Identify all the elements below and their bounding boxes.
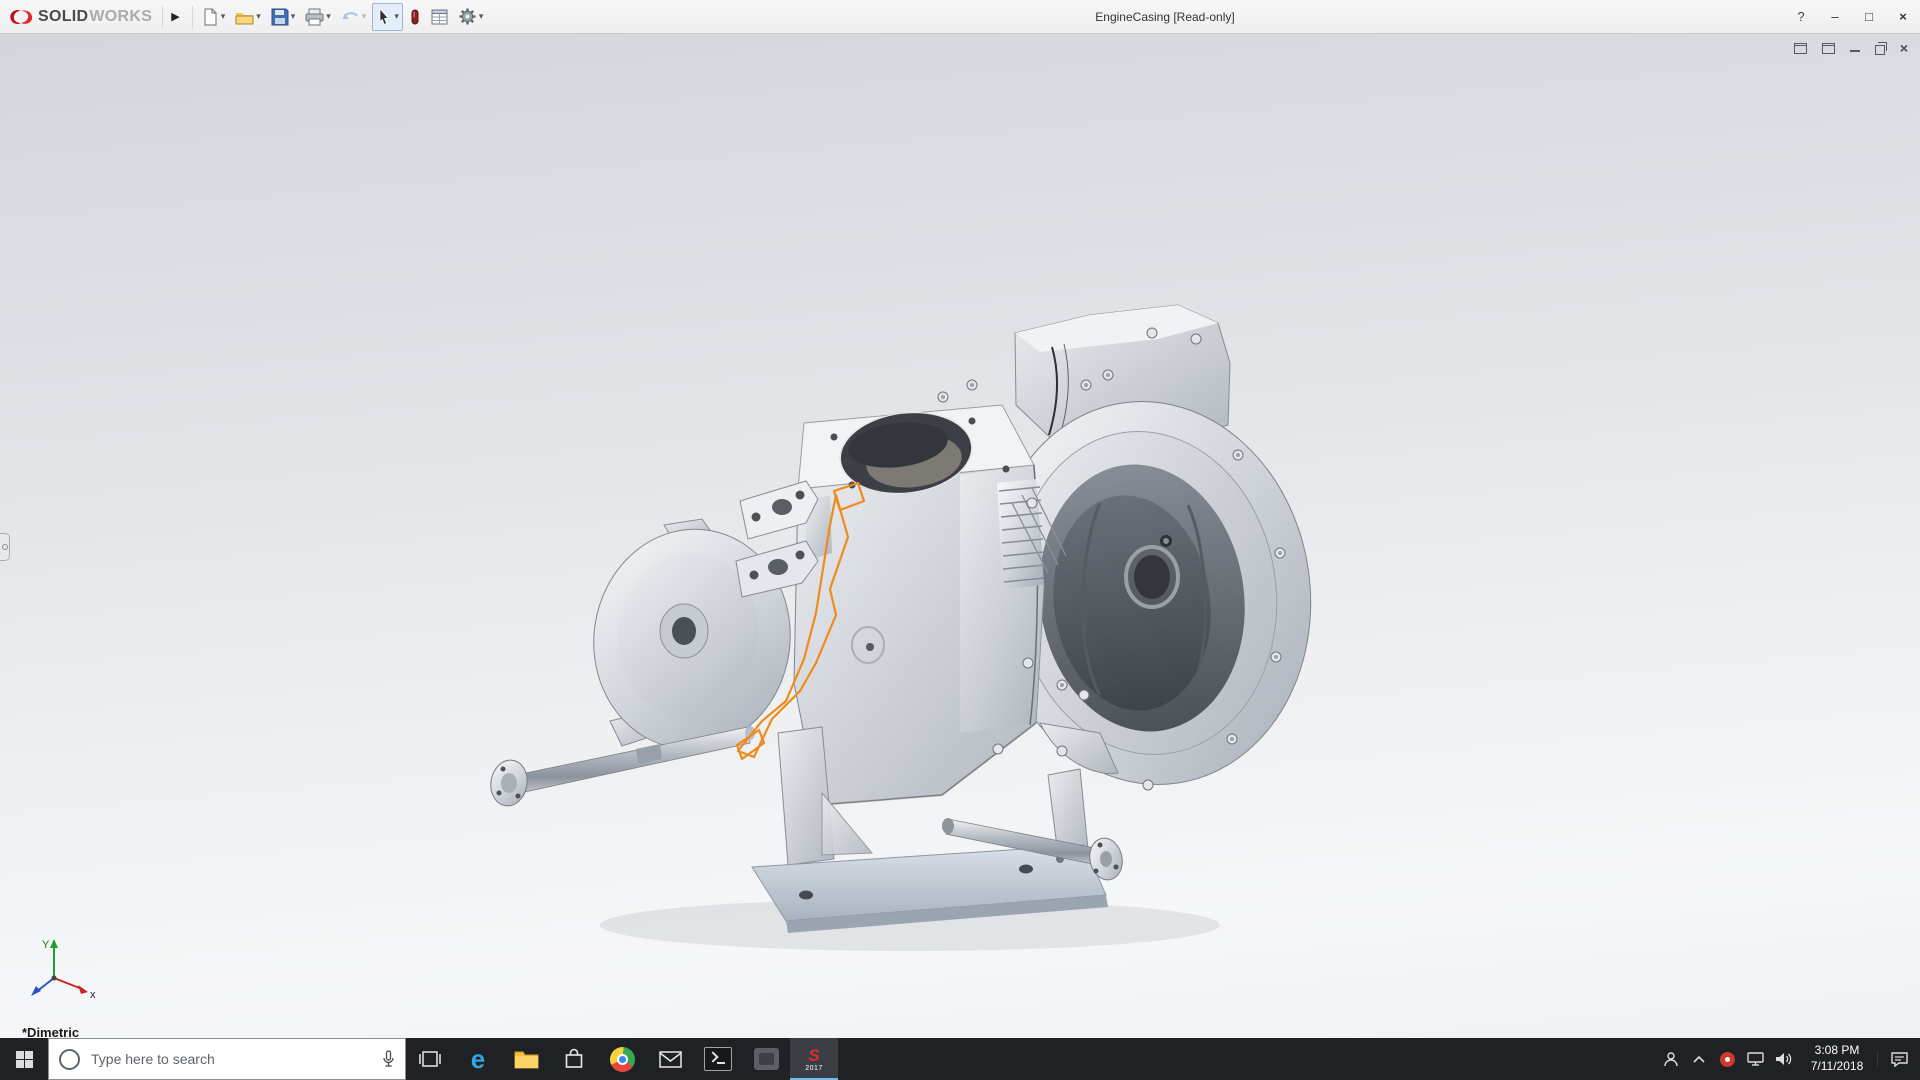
- document-minimize-icon[interactable]: [1849, 50, 1860, 52]
- network-button[interactable]: [1741, 1038, 1769, 1080]
- triad-x-label: x: [90, 989, 96, 1001]
- help-button[interactable]: ?: [1784, 9, 1818, 24]
- close-button[interactable]: ×: [1886, 0, 1920, 33]
- dropdown-icon[interactable]: ▾: [326, 11, 331, 22]
- engine-casing-model[interactable]: [0, 33, 1920, 1038]
- document-restore-icon[interactable]: [1874, 41, 1887, 55]
- mail-envelope-icon: [658, 1050, 682, 1068]
- macro-capsule-icon: [411, 9, 419, 24]
- file-explorer-icon: [514, 1051, 538, 1069]
- people-button[interactable]: [1657, 1038, 1685, 1080]
- dropdown-icon[interactable]: ▾: [256, 11, 261, 22]
- document-title: EngineCasing [Read-only]: [1095, 10, 1235, 24]
- start-button[interactable]: [0, 1038, 48, 1080]
- store-bag-icon: [565, 1048, 583, 1068]
- save-button[interactable]: ▾: [267, 3, 300, 31]
- select-tool-button[interactable]: ▾: [372, 2, 403, 31]
- solidworks-2017-icon: S 2017: [805, 1047, 823, 1072]
- graphics-area[interactable]: × Y x *Dimetric: [0, 33, 1920, 1038]
- triad-y-label: Y: [42, 939, 50, 951]
- clock-date: 7/11/2018: [1810, 1059, 1864, 1073]
- search-input[interactable]: [89, 1050, 373, 1068]
- utility-app-button[interactable]: [742, 1038, 790, 1080]
- system-tray: 3:08 PM 7/11/2018: [1657, 1038, 1920, 1080]
- window-pane-icon[interactable]: [1821, 42, 1835, 54]
- properties-button[interactable]: [427, 3, 452, 31]
- titlebar: SOLID WORKS ▶ ▾ ▾ ▾ ▾ ▾ ▾ ▾ EngineCasing…: [0, 0, 1920, 34]
- solidworks-s-glyph: S: [808, 1045, 820, 1065]
- clock-time: 3:08 PM: [1814, 1043, 1860, 1058]
- brand-works: WORKS: [89, 7, 153, 25]
- show-hidden-icons-button[interactable]: [1685, 1038, 1713, 1080]
- solidworks-logo: SOLID WORKS: [0, 8, 158, 26]
- menu-flyout-arrow-icon[interactable]: ▶: [167, 10, 187, 23]
- task-view-button[interactable]: [406, 1038, 454, 1080]
- red-status-icon: [1719, 1051, 1735, 1067]
- minimize-button[interactable]: –: [1818, 0, 1852, 33]
- dropdown-icon[interactable]: ▾: [479, 11, 484, 22]
- window-pane-icon[interactable]: [1793, 42, 1807, 54]
- taskbar-clock[interactable]: 3:08 PM 7/11/2018: [1797, 1043, 1877, 1074]
- new-document-button[interactable]: ▾: [197, 3, 230, 31]
- solidworks-taskbar-button[interactable]: S 2017: [790, 1038, 838, 1080]
- edge-button[interactable]: e: [454, 1038, 502, 1080]
- separator: [191, 5, 193, 28]
- view-orientation-label: *Dimetric: [22, 1025, 80, 1038]
- new-document-icon: [204, 8, 217, 25]
- options-button[interactable]: ▾: [454, 3, 488, 31]
- dropdown-icon[interactable]: ▾: [394, 11, 399, 22]
- solidworks-year-glyph: 2017: [805, 1064, 823, 1072]
- chrome-button[interactable]: [598, 1038, 646, 1080]
- brand-solid: SOLID: [38, 7, 89, 25]
- task-view-icon: [419, 1051, 441, 1067]
- ds-logo-icon: [10, 9, 33, 24]
- mail-button[interactable]: [646, 1038, 694, 1080]
- document-close-icon[interactable]: ×: [1900, 41, 1908, 55]
- undo-button[interactable]: ▾: [337, 3, 371, 31]
- taskbar-search[interactable]: [48, 1038, 406, 1080]
- security-status-button[interactable]: [1713, 1038, 1741, 1080]
- store-button[interactable]: [550, 1038, 598, 1080]
- action-center-button[interactable]: [1877, 1050, 1920, 1068]
- dropdown-icon[interactable]: ▾: [291, 11, 296, 22]
- terminal-button[interactable]: [694, 1038, 742, 1080]
- terminal-icon: [704, 1047, 732, 1071]
- maximize-button[interactable]: □: [1852, 0, 1886, 33]
- people-icon: [1664, 1052, 1678, 1067]
- macro-button[interactable]: [405, 3, 425, 31]
- windows-taskbar: e S 2017: [0, 1038, 1920, 1080]
- windows-logo-icon: [15, 1050, 33, 1068]
- utility-app-icon: [753, 1048, 779, 1070]
- document-window-controls: ×: [1793, 41, 1908, 55]
- edge-icon: e: [470, 1044, 486, 1074]
- options-gear-icon: [459, 8, 476, 25]
- print-button[interactable]: ▾: [301, 3, 335, 31]
- dropdown-icon[interactable]: ▾: [221, 11, 226, 22]
- print-icon: [305, 8, 324, 25]
- chrome-icon: [609, 1046, 635, 1072]
- open-folder-icon: [235, 12, 254, 24]
- open-button[interactable]: ▾: [231, 3, 265, 31]
- properties-table-icon: [431, 9, 448, 24]
- orientation-triad: Y x: [31, 939, 96, 1001]
- network-icon: [1746, 1052, 1764, 1066]
- standard-toolbar: ▾ ▾ ▾ ▾ ▾ ▾ ▾: [197, 2, 488, 31]
- cortana-icon: [59, 1048, 80, 1070]
- file-explorer-button[interactable]: [502, 1038, 550, 1080]
- volume-button[interactable]: [1769, 1038, 1797, 1080]
- separator: [162, 5, 164, 28]
- dropdown-icon[interactable]: ▾: [362, 11, 367, 22]
- chevron-up-icon: [1693, 1055, 1705, 1063]
- volume-icon: [1775, 1053, 1791, 1065]
- select-cursor-icon: [379, 7, 390, 25]
- save-icon: [271, 8, 289, 25]
- notification-icon: [1890, 1051, 1908, 1067]
- undo-icon: [342, 11, 358, 19]
- microphone-icon[interactable]: [382, 1050, 395, 1068]
